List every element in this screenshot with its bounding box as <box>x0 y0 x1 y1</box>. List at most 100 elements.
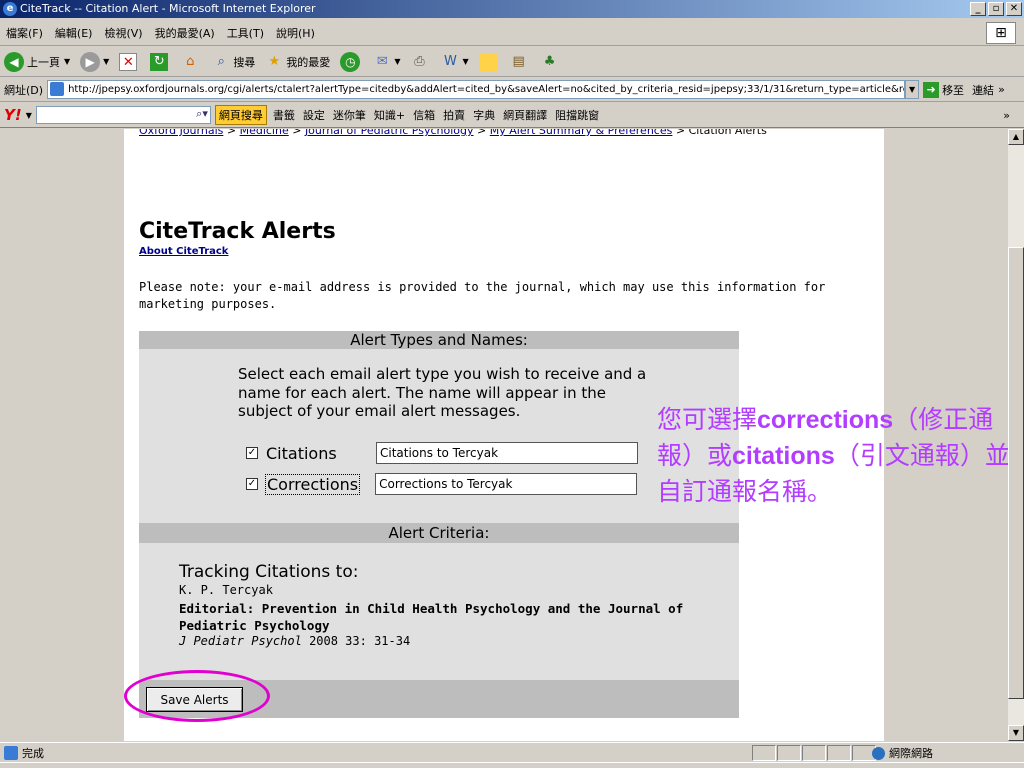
discuss-button[interactable] <box>478 52 500 71</box>
breadcrumb-alert-summary[interactable]: My Alert Summary & Preferences <box>490 129 673 137</box>
word-icon: W <box>444 53 457 69</box>
maximize-button[interactable]: ▫ <box>988 2 1004 16</box>
corrections-checkbox[interactable]: ✓ <box>246 478 258 490</box>
yahoo-toolbar: Y! ▼ ⌕▾ 網頁搜尋 書籤 設定 迷你筆 知識+ 信箱 拍賣 字典 網頁翻譯… <box>0 103 1024 128</box>
print-button[interactable]: ⎙ <box>410 53 431 71</box>
search-button[interactable]: ⌕ 搜尋 <box>212 53 256 71</box>
yahoo-mail[interactable]: 信箱 <box>413 107 435 123</box>
go-arrow-icon: ➜ <box>923 81 940 98</box>
window-controls: _ ▫ ✕ <box>970 2 1022 16</box>
alert-instructions: Select each email alert type you wish to… <box>238 365 647 420</box>
article-citation: J Pediatr Psychol 2008 33: 31-34 <box>179 634 410 648</box>
tracking-label: Tracking Citations to: <box>179 562 359 582</box>
yahoo-settings[interactable]: 設定 <box>303 107 325 123</box>
title-bar: e CiteTrack -- Citation Alert - Microsof… <box>0 0 1024 18</box>
address-dropdown[interactable]: ▼ <box>905 80 920 99</box>
menu-file[interactable]: 檔案(F) <box>6 25 43 41</box>
breadcrumb-oxford-journals[interactable]: Oxford Journals <box>139 129 223 137</box>
close-button[interactable]: ✕ <box>1006 2 1022 16</box>
status-cell <box>777 745 801 761</box>
window-title: CiteTrack -- Citation Alert - Microsoft … <box>20 2 316 15</box>
yahoo-knowledge[interactable]: 知識+ <box>374 107 405 123</box>
page-done-icon <box>4 745 18 760</box>
search-label: 搜尋 <box>233 55 256 69</box>
research-icon: ▤ <box>512 53 525 69</box>
forward-arrow-icon: ▶ <box>80 51 101 72</box>
vertical-scrollbar[interactable]: ▲ ▼ <box>1008 129 1024 741</box>
links-button[interactable]: 連結 <box>972 82 994 98</box>
go-button[interactable]: ➜ 移至 <box>923 81 965 98</box>
stop-icon: ✕ <box>119 52 138 71</box>
back-button[interactable]: ◀ 上一頁 ▼ <box>4 51 71 72</box>
annotation-part1: 您可選擇 <box>657 405 758 434</box>
scroll-up-icon[interactable]: ▲ <box>1008 129 1024 145</box>
edit-button[interactable]: W ▼ <box>441 53 469 71</box>
corrections-name-input[interactable] <box>375 473 638 495</box>
citations-name-input[interactable] <box>376 442 638 464</box>
journal-name: J Pediatr Psychol <box>179 634 302 648</box>
scroll-down-icon[interactable]: ▼ <box>1008 725 1024 741</box>
forward-button[interactable]: ▶ ▼ <box>80 51 110 72</box>
yahoo-bookmarks[interactable]: 書籤 <box>273 107 295 123</box>
corrections-option: ✓ Corrections <box>246 473 638 495</box>
status-cell <box>827 745 851 761</box>
go-label: 移至 <box>942 83 965 97</box>
yahoo-auction[interactable]: 拍賣 <box>443 107 465 123</box>
chevron-right-icon[interactable]: » <box>998 83 1005 96</box>
yahoo-mini-pen[interactable]: 迷你筆 <box>333 107 366 123</box>
menu-edit[interactable]: 編輯(E) <box>55 25 93 41</box>
note-icon <box>478 52 497 71</box>
citation-details: 2008 33: 31-34 <box>309 634 411 648</box>
highlight-circle <box>124 670 270 722</box>
about-citetrack-link[interactable]: About CiteTrack <box>139 246 228 257</box>
globe-icon <box>872 746 885 760</box>
minimize-button[interactable]: _ <box>970 2 986 16</box>
yahoo-search-input[interactable]: ⌕▾ <box>35 106 211 124</box>
breadcrumb-current: Citation Alerts <box>688 129 767 137</box>
refresh-button[interactable]: ↻ <box>150 52 171 71</box>
home-icon: ⌂ <box>186 53 195 69</box>
search-icon: ⌕▾ <box>196 107 208 120</box>
yahoo-popup-blocker[interactable]: 阻擋跳窗 <box>555 107 599 123</box>
breadcrumb-journal[interactable]: Journal of Pediatric Psychology <box>305 129 474 137</box>
menu-view[interactable]: 檢視(V) <box>104 25 142 41</box>
breadcrumb-medicine[interactable]: Medicine <box>240 129 289 137</box>
mail-icon: ✉ <box>376 53 388 69</box>
yahoo-dictionary[interactable]: 字典 <box>473 107 495 123</box>
favorites-label: 我的最愛 <box>286 55 331 69</box>
yahoo-translate[interactable]: 網頁翻譯 <box>503 107 547 123</box>
status-text: 完成 <box>22 746 44 760</box>
chevron-down-icon: ▼ <box>64 57 71 66</box>
status-cells <box>752 745 877 761</box>
corrections-label: Corrections <box>264 473 361 495</box>
research-button[interactable]: ▤ <box>510 53 531 71</box>
yahoo-search-button[interactable]: 網頁搜尋 <box>214 105 267 125</box>
chevron-down-icon: ▼ <box>103 57 110 66</box>
chevron-right-icon[interactable]: » <box>1003 109 1010 122</box>
messenger-button[interactable]: ♣ <box>541 53 562 71</box>
chevron-down-icon[interactable]: ▼ <box>26 111 32 120</box>
menu-tools[interactable]: 工具(T) <box>227 25 264 41</box>
security-zone: 網際網路 <box>872 745 933 761</box>
menu-favorites[interactable]: 我的最愛(A) <box>155 25 215 41</box>
scrollbar-thumb[interactable] <box>1008 247 1024 699</box>
mail-button[interactable]: ✉ ▼ <box>373 53 401 71</box>
privacy-notice: Please note: your e-mail address is prov… <box>139 280 826 311</box>
article-title: Editorial: Prevention in Child Health Ps… <box>179 601 684 633</box>
citations-option: ✓ Citations <box>246 442 638 464</box>
home-button[interactable]: ⌂ <box>181 53 202 71</box>
printer-icon: ⎙ <box>414 53 425 69</box>
zone-text: 網際網路 <box>889 747 933 760</box>
yahoo-logo[interactable]: Y! <box>4 106 22 124</box>
favorites-button[interactable]: ★ 我的最愛 <box>265 53 330 71</box>
stop-button[interactable]: ✕ <box>119 52 140 71</box>
back-label: 上一頁 <box>27 55 60 69</box>
chevron-down-icon: ▼ <box>462 57 469 66</box>
history-button[interactable]: ◷ <box>340 51 363 72</box>
alert-criteria-header: Alert Criteria: <box>139 523 739 543</box>
menu-help[interactable]: 說明(H) <box>276 25 315 41</box>
citations-checkbox[interactable]: ✓ <box>246 447 258 459</box>
status-cell <box>752 745 776 761</box>
standard-toolbar: ◀ 上一頁 ▼ ▶ ▼ ✕ ↻ ⌂ ⌕ 搜尋 ★ 我的最愛 ◷ ✉ ▼ ⎙ W ▼ … <box>0 47 1024 77</box>
address-input[interactable]: http://jpepsy.oxfordjournals.org/cgi/ale… <box>47 80 906 99</box>
